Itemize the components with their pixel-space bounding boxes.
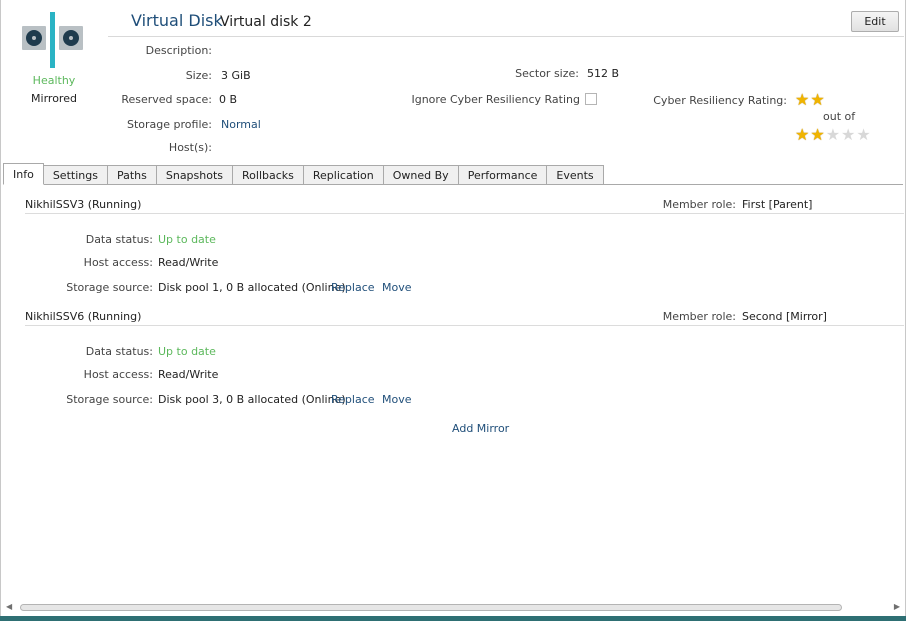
tab-owned-by[interactable]: Owned By	[383, 165, 459, 185]
storage-source-value: Disk pool 3, 0 B allocated (Online)	[158, 393, 346, 406]
host-access-label: Host access:	[83, 368, 153, 381]
horizontal-scrollbar[interactable]: ◀ ▶	[6, 600, 900, 614]
star-icon: ★	[795, 90, 810, 109]
tab-replication[interactable]: Replication	[303, 165, 384, 185]
health-status: Healthy	[32, 74, 76, 87]
scrollbar-thumb[interactable]	[20, 604, 842, 611]
page-title-name: Virtual disk 2	[220, 14, 312, 30]
hosts-label: Host(s):	[168, 141, 212, 154]
page-title-type: Virtual Disk	[131, 11, 223, 30]
bottom-accent-bar	[0, 616, 906, 621]
star-icon: ★	[841, 125, 856, 144]
server-name: NikhilSSV6 (Running)	[25, 310, 142, 323]
storage-source-label: Storage source:	[66, 393, 153, 406]
ignore-rating-checkbox[interactable]	[585, 93, 597, 105]
data-status-value: Up to date	[158, 345, 216, 358]
section-divider	[25, 213, 904, 214]
scroll-left-arrow-icon[interactable]: ◀	[6, 602, 12, 611]
star-icon: ★	[856, 125, 871, 144]
storage-source-label: Storage source:	[66, 281, 153, 294]
size-label: Size:	[185, 69, 212, 82]
tab-snapshots[interactable]: Snapshots	[156, 165, 234, 185]
data-status-value: Up to date	[158, 233, 216, 246]
member-role-value: Second [Mirror]	[742, 310, 827, 323]
tab-bar: Info Settings Paths Snapshots Rollbacks …	[3, 163, 604, 185]
star-icon: ★	[810, 90, 825, 109]
move-link[interactable]: Move	[382, 281, 412, 294]
star-icon: ★	[825, 125, 841, 144]
star-icon: ★	[810, 125, 825, 144]
add-mirror-link[interactable]: Add Mirror	[452, 422, 509, 435]
star-icon: ★	[795, 125, 810, 144]
replace-link[interactable]: Replace	[331, 281, 375, 294]
rating-out-of-label: out of	[823, 110, 856, 123]
member-role-label: Member role:	[662, 310, 736, 323]
member-role-value: First [Parent]	[742, 198, 813, 211]
size-value: 3 GiB	[221, 69, 251, 82]
tab-rollbacks[interactable]: Rollbacks	[233, 165, 304, 185]
tab-paths[interactable]: Paths	[107, 165, 157, 185]
tab-events[interactable]: Events	[547, 165, 604, 185]
ignore-rating-label: Ignore Cyber Resiliency Rating	[411, 93, 580, 106]
rating-scale-stars: ★ ★ ★ ★ ★	[795, 127, 871, 143]
storage-profile-link[interactable]: Normal	[221, 118, 261, 131]
reserved-space-value: 0 B	[219, 93, 238, 106]
mirror-status: Mirrored	[31, 92, 77, 105]
host-access-value: Read/Write	[158, 368, 219, 381]
reserved-space-label: Reserved space:	[121, 93, 212, 106]
section-divider	[25, 325, 904, 326]
replace-link[interactable]: Replace	[331, 393, 375, 406]
host-access-label: Host access:	[83, 256, 153, 269]
tab-settings[interactable]: Settings	[43, 165, 108, 185]
data-status-label: Data status:	[85, 233, 153, 246]
member-role-label: Member role:	[662, 198, 736, 211]
server-name: NikhilSSV3 (Running)	[25, 198, 142, 211]
host-access-value: Read/Write	[158, 256, 219, 269]
tab-performance[interactable]: Performance	[458, 165, 548, 185]
data-status-label: Data status:	[85, 345, 153, 358]
scroll-right-arrow-icon[interactable]: ▶	[894, 602, 900, 611]
storage-source-value: Disk pool 1, 0 B allocated (Online)	[158, 281, 346, 294]
sector-size-label: Sector size:	[515, 67, 579, 80]
sector-size-value: 512 B	[587, 67, 620, 80]
tab-info[interactable]: Info	[3, 163, 44, 185]
move-link[interactable]: Move	[382, 393, 412, 406]
edit-button[interactable]: Edit	[851, 11, 899, 32]
storage-profile-label: Storage profile:	[127, 118, 212, 131]
mirrored-disk-icon	[22, 12, 83, 68]
rating-value-stars: ★ ★	[795, 92, 825, 108]
description-label: Description:	[145, 44, 212, 57]
header-divider	[108, 36, 904, 37]
rating-label: Cyber Resiliency Rating:	[653, 94, 787, 107]
